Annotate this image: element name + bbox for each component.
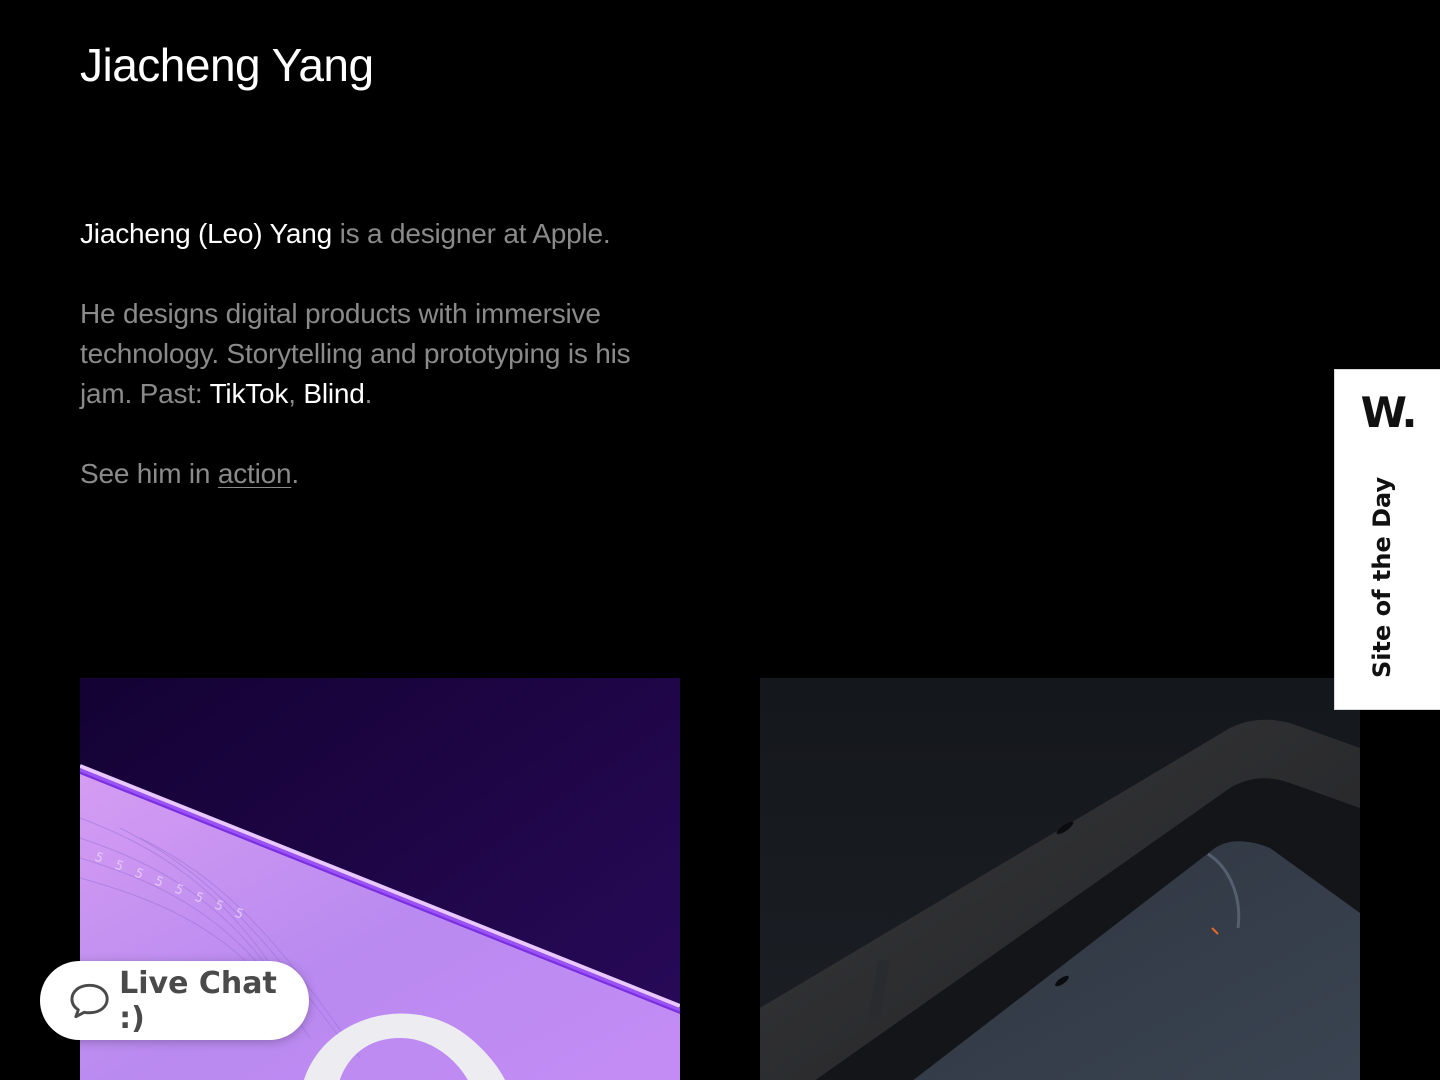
site-title[interactable]: Jiacheng Yang	[80, 38, 374, 92]
bio-section: Jiacheng (Leo) Yang is a designer at App…	[80, 214, 640, 534]
past-company-blind[interactable]: Blind	[303, 378, 364, 409]
action-link[interactable]: action	[218, 458, 292, 489]
bio-period: .	[364, 378, 373, 409]
live-chat-button[interactable]: Live Chat :)	[40, 961, 309, 1040]
bio-intro: Jiacheng (Leo) Yang is a designer at App…	[80, 214, 640, 254]
bio-action-text: See him in	[80, 458, 218, 489]
bio-action: See him in action.	[80, 454, 640, 494]
bio-name: Jiacheng (Leo) Yang	[80, 218, 333, 249]
project-image-device	[760, 678, 1360, 1080]
project-card-device[interactable]	[760, 678, 1360, 1080]
bio-action-period: .	[291, 458, 299, 489]
past-company-tiktok[interactable]: TikTok	[210, 378, 289, 409]
speech-bubble-icon	[70, 983, 109, 1018]
live-chat-label: Live Chat :)	[119, 965, 277, 1036]
awwwards-sotd-badge[interactable]: W. Site of the Day	[1334, 369, 1440, 710]
awwwards-logo: W.	[1360, 388, 1418, 437]
bio-intro-rest: is a designer at Apple.	[332, 218, 611, 249]
bio-description: He designs digital products with immersi…	[80, 294, 640, 414]
bio-separator: ,	[288, 378, 304, 409]
awwwards-label: Site of the Day	[1368, 476, 1396, 678]
